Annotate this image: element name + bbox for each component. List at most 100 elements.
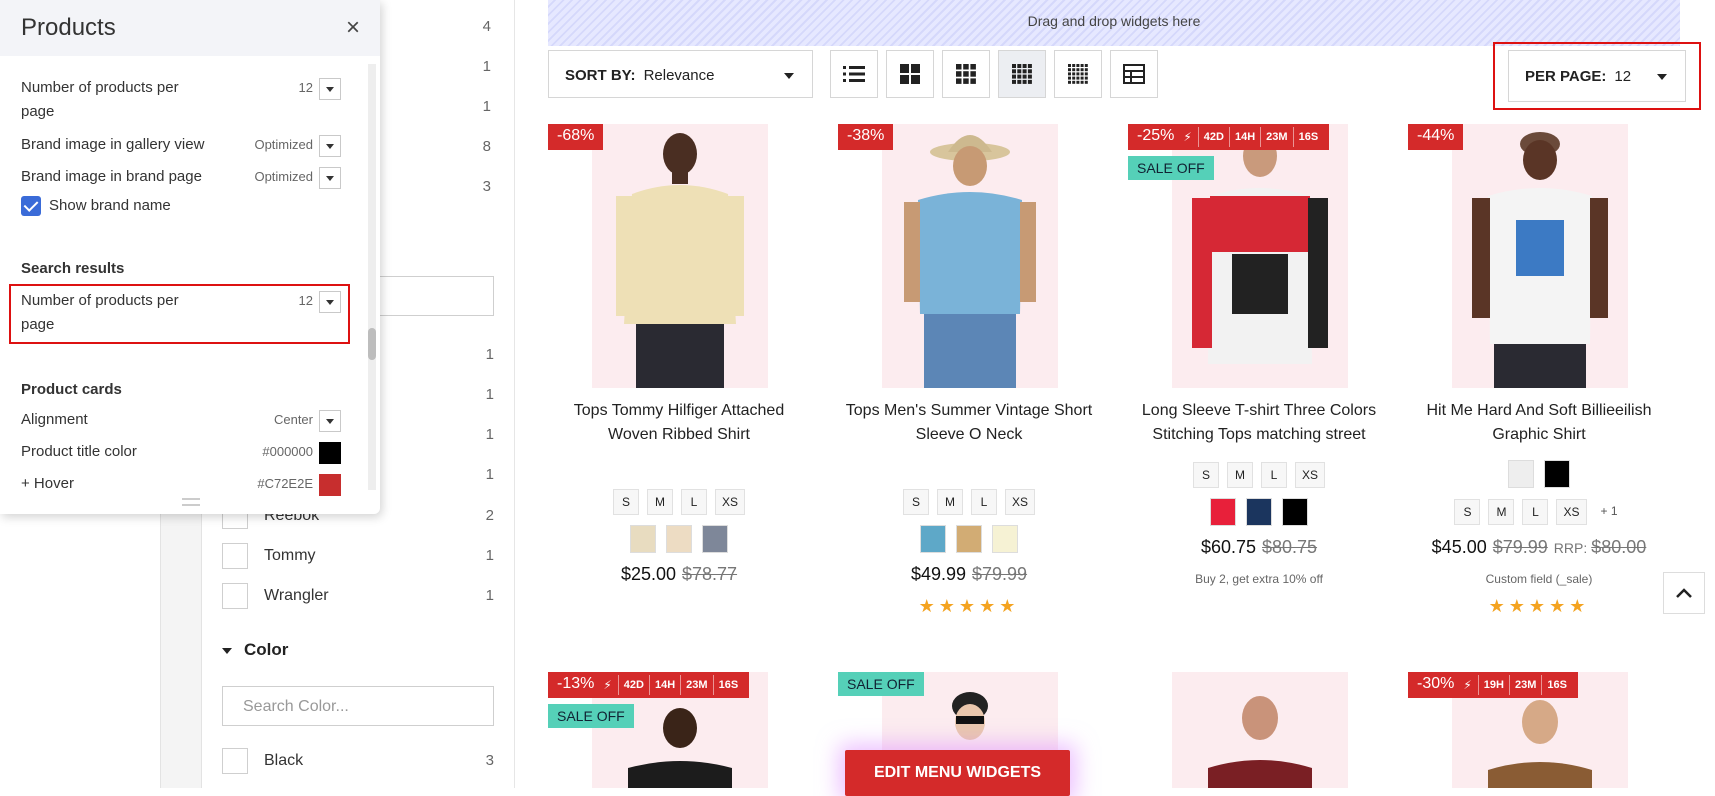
highlight-box [1493,42,1701,110]
product-image[interactable] [882,124,1058,388]
back-to-top-button[interactable] [1663,572,1705,614]
size-option[interactable]: XS [1556,499,1587,525]
checkbox[interactable] [222,748,248,774]
product-title[interactable]: Tops Men's Summer Vintage Short Sleeve O… [838,399,1100,447]
size-options: S M L XS [838,489,1100,515]
product-card[interactable] [1128,672,1390,788]
product-title[interactable]: Tops Tommy Hilfiger Attached Woven Ribbe… [548,399,810,447]
size-options: S M L XS [548,489,810,515]
filter-count: 8 [482,138,491,155]
color-swatch[interactable] [956,525,982,553]
product-image[interactable] [1452,124,1628,388]
size-option[interactable]: M [1488,499,1515,525]
discount-badge: -30% [1408,672,1464,698]
dropdown-button[interactable] [319,409,341,432]
product-card[interactable]: -38% Tops Men's Summer Vintage Short Sle… [838,124,1100,684]
color-swatch[interactable] [1544,460,1570,488]
color-swatch[interactable] [666,525,692,553]
checkbox-checked[interactable] [21,196,41,216]
color-swatch[interactable] [992,525,1018,553]
size-option[interactable]: S [902,489,929,515]
dropdown-button[interactable] [319,166,341,189]
edit-menu-widgets-button[interactable]: EDIT MENU WIDGETS [845,750,1070,796]
size-option[interactable]: S [612,489,639,515]
discount-badge: -38% [838,124,894,150]
color-swatch[interactable] [1282,498,1308,526]
sale-off-badge: SALE OFF [548,704,634,728]
product-card[interactable]: -44% Hit Me Hard And Soft Billieeilish G… [1408,124,1670,684]
color-search-input[interactable]: Search Color... [222,686,494,726]
setting-alignment: Alignment Center [21,408,341,432]
size-option[interactable]: XS [1294,462,1325,488]
list-view-button[interactable] [830,50,878,98]
countdown-timer: ⚡ 42D 14H 23M 16S [1183,124,1330,150]
price: $60.75 $80.75 [1200,537,1318,557]
badge-group: -44% [1408,124,1464,150]
badge-group: -13% ⚡ 42D 14H 23M 16S [548,672,750,698]
color-swatch[interactable] [319,473,341,496]
countdown-timer: ⚡ 42D 14H 23M 16S [603,672,750,698]
highlight-box [9,284,350,344]
size-option[interactable]: M [646,489,673,515]
color-filter-heading[interactable]: Color [222,640,288,660]
product-title[interactable]: Long Sleeve T-shirt Three Colors Stitchi… [1128,399,1390,447]
color-swatch[interactable] [920,525,946,553]
size-option[interactable]: M [1226,462,1253,488]
size-option[interactable]: S [1454,499,1481,525]
size-option[interactable]: M [936,489,963,515]
panel-scrollbar-thumb[interactable] [368,328,376,360]
size-option[interactable]: L [970,489,997,515]
brand-filter-item-tommy[interactable]: Tommy 1 [222,543,494,571]
product-card[interactable]: -30% ⚡ 19H 23M 16S [1408,672,1670,788]
grid-5-view-button[interactable] [1054,50,1102,98]
product-image[interactable] [592,124,768,388]
size-option[interactable]: L [680,489,707,515]
grid-2-view-button[interactable] [886,50,934,98]
size-option[interactable]: L [1522,499,1549,525]
setting-brand-image-gallery: Brand image in gallery view Optimized [21,133,341,157]
brand-filter-item-wrangler[interactable]: Wrangler 1 [222,583,494,611]
color-filter-item-black[interactable]: Black 3 [222,748,494,776]
checkbox[interactable] [222,583,248,609]
size-option[interactable]: XS [714,489,745,515]
product-card[interactable]: -68% Tops Tommy Hilfiger Attached Woven … [548,124,810,684]
table-view-icon [1123,64,1145,84]
badge-group: -30% ⚡ 19H 23M 16S [1408,672,1578,698]
price: $25.00 $78.77 [620,564,738,584]
table-view-button[interactable] [1110,50,1158,98]
panel-scrollbar[interactable] [368,64,376,490]
setting-brand-image-page: Brand image in brand page Optimized [21,165,341,189]
grid-3-view-button[interactable] [942,50,990,98]
product-image[interactable] [1172,672,1348,788]
product-card[interactable]: -25% ⚡ 42D 14H 23M 16S SALE OFF Long Sle… [1128,124,1390,684]
color-swatch[interactable] [630,525,656,553]
grid-4-icon [1012,64,1032,84]
size-option[interactable]: S [1192,462,1219,488]
widget-dropzone[interactable]: Drag and drop widgets here [548,0,1680,46]
show-brand-name-checkbox[interactable]: Show brand name [21,196,171,216]
resize-grip-icon[interactable] [182,498,200,506]
discount-badge: -68% [548,124,604,150]
size-option[interactable]: XS [1004,489,1035,515]
dropdown-button[interactable] [319,77,341,100]
grid-2-icon [900,64,920,84]
product-card[interactable]: -13% ⚡ 42D 14H 23M 16S SALE OFF [548,672,810,788]
color-swatch[interactable] [702,525,728,553]
close-icon[interactable]: × [346,14,360,42]
sort-by-select[interactable]: SORT BY: Relevance [548,50,813,98]
size-option[interactable]: L [1260,462,1287,488]
color-swatch[interactable] [1210,498,1236,526]
color-swatch[interactable] [319,441,341,464]
promo-note: Buy 2, get extra 10% off [1195,572,1323,586]
panel-header: Products × [0,0,380,56]
color-swatch[interactable] [1246,498,1272,526]
sale-off-badge: SALE OFF [838,672,924,696]
filter-count: 1 [482,98,491,115]
checkbox[interactable] [222,543,248,569]
grid-4-view-button[interactable] [998,50,1046,98]
dropdown-button[interactable] [319,134,341,157]
product-title[interactable]: Hit Me Hard And Soft Billieeilish Graphi… [1408,399,1670,447]
more-sizes[interactable]: + 1 [1595,499,1624,525]
filter-count: 4 [482,18,491,35]
color-swatch[interactable] [1508,460,1534,488]
